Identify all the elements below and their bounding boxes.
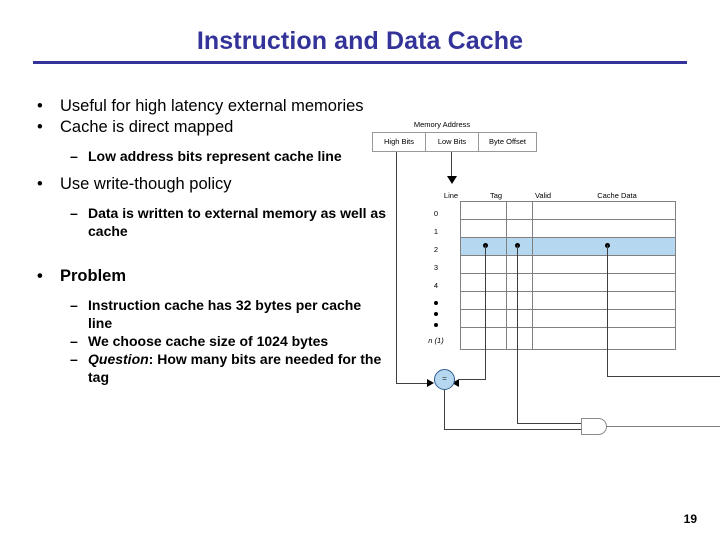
table-line-number: 3 [433,263,439,272]
table-gridline-h [460,219,676,220]
table-gridline-v [506,201,507,350]
table-row-highlight [460,237,676,255]
bullet-list: • Useful for high latency external memor… [28,96,388,386]
table-line-number: 4 [433,281,439,290]
bullet-text: Cache is direct mapped [60,118,234,136]
sub-bullet-text: Low address bits represent cache line [88,148,342,164]
sub-bullet-marker: – [70,148,78,164]
wire-tag-down [485,245,486,379]
sub-bullet-item: – We choose cache size of 1024 bytes [28,332,388,350]
bullet-item-problem: • Problem [28,266,388,287]
table-gridline-h [460,327,676,328]
table-gridline-h [460,201,676,202]
wire-cache-data-out [607,376,720,377]
table-gridline-h [460,291,676,292]
bullet-marker: • [37,267,43,285]
wire-valid-down [517,245,518,423]
sub-bullet-marker: – [70,351,78,367]
table-line-number: 0 [433,209,439,218]
wire-comparator-to-and [444,429,582,430]
table-gridline-v [460,201,461,350]
table-gridline-h [460,255,676,256]
wire-low-bits-down [451,152,452,178]
sub-bullet-item: – Instruction cache has 32 bytes per cac… [28,296,388,332]
sub-bullet-marker: – [70,205,78,221]
address-field-byte-offset: Byte Offset [478,132,537,152]
address-field-high-bits: High Bits [372,132,426,152]
arrowhead-comparator-left [427,379,434,387]
sub-bullet-item-question: – Question: How many bits are needed for… [28,350,388,386]
ellipsis-dot [434,323,438,327]
memory-address-label: Memory Address [413,120,471,129]
table-header-cache-data: Cache Data [597,191,637,200]
title-divider [33,61,687,64]
address-field-low-bits: Low Bits [425,132,479,152]
and-gate [581,418,607,435]
table-line-number-last: n (1) [428,336,444,345]
wire-valid-to-and [517,423,582,424]
sub-bullet-item: – Data is written to external memory as … [28,204,388,240]
sub-bullet-marker: – [70,297,78,313]
table-gridline-h [460,309,676,310]
wire-high-bits-to-comparator [396,383,429,384]
bullet-item: • Use write-though policy [28,174,388,195]
comparator-node: = [434,369,455,390]
bullet-text: Problem [60,267,127,285]
wire-hit-out [606,426,720,427]
cache-diagram: Memory Address High Bits Low Bits Byte O… [355,108,720,438]
table-gridline-v [675,201,676,350]
bullet-item: • Cache is direct mapped [28,117,388,138]
sub-bullet-text: Instruction cache has 32 bytes per cache… [88,297,362,331]
table-line-number: 1 [433,227,439,236]
table-gridline-h [460,237,676,238]
table-header-valid: Valid [534,191,552,200]
page-title: Instruction and Data Cache [196,27,524,55]
sub-bullet-text: Data is written to external memory as we… [88,205,387,239]
table-line-number: 2 [433,245,439,254]
wire-high-bits-down [396,152,397,384]
arrowhead-line-index [447,176,457,184]
bullet-text: Use write-though policy [60,175,232,193]
ellipsis-dot [434,312,438,316]
table-header-tag: Tag [489,191,503,200]
question-label: Question [88,351,149,367]
table-gridline-v [532,201,533,350]
table-gridline-h [460,349,676,350]
bullet-marker: • [37,175,43,193]
wire-tag-to-comparator [459,379,486,380]
sub-bullet-marker: – [70,333,78,349]
ellipsis-dot [434,301,438,305]
page-number: 19 [683,512,697,526]
sub-bullet-text: We choose cache size of 1024 bytes [88,333,329,349]
sub-bullet-item: – Low address bits represent cache line [28,147,388,165]
bullet-marker: • [37,118,43,136]
table-gridline-h [460,273,676,274]
wire-cache-data-down [607,245,608,377]
bullet-text: Useful for high latency external memorie… [60,97,364,115]
bullet-item: • Useful for high latency external memor… [28,96,388,117]
wire-comparator-out [444,390,445,429]
bullet-marker: • [37,97,43,115]
